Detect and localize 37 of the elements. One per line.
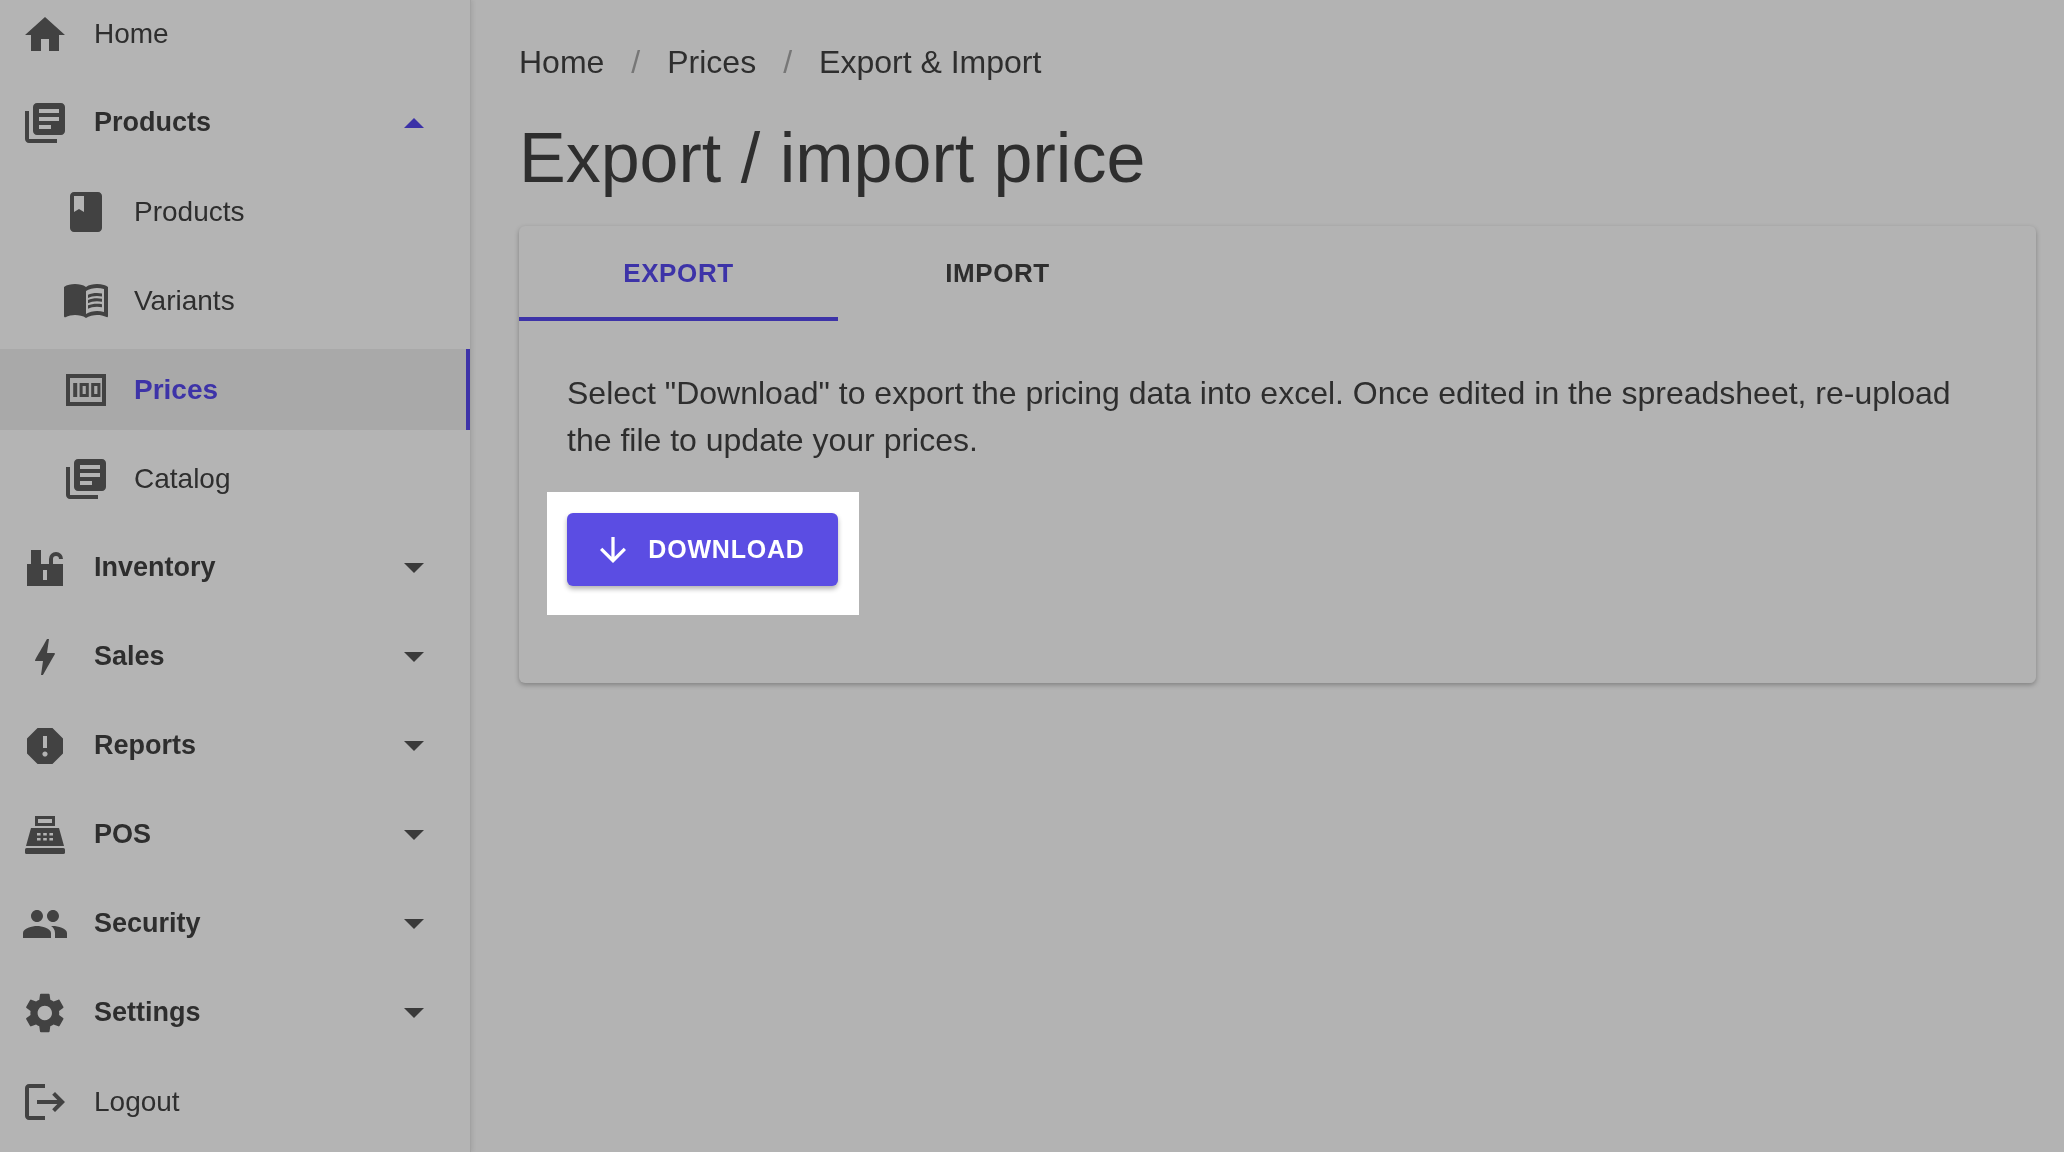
settings-icon	[26, 992, 64, 1033]
logout-icon	[25, 1083, 65, 1120]
breadcrumb-separator: /	[783, 43, 793, 81]
lightning-bolt-icon	[35, 638, 55, 675]
open-book-icon	[64, 283, 108, 318]
alert-octagon-icon	[27, 727, 63, 764]
people-icon	[23, 909, 67, 938]
sidebar-item[interactable]: Products	[0, 171, 470, 252]
sidebar-item[interactable]: Inventory	[0, 527, 470, 608]
tab[interactable]: IMPORT	[838, 226, 1157, 321]
sidebar-item[interactable]: Products	[0, 82, 470, 163]
stacked-pages-icon	[25, 102, 65, 143]
description-text: Select "Download" to export the pricing data into excel. Once edited in the spreadsheet, re-upload the file to update your prices.	[567, 374, 1952, 460]
sidebar-item[interactable]: Sales	[0, 616, 470, 697]
tab[interactable]: EXPORT	[519, 226, 838, 321]
breadcrumb-current: Export & Import	[819, 43, 1042, 81]
number-box-icon	[66, 373, 106, 406]
breadcrumb-link[interactable]: Home	[519, 43, 605, 81]
padlock-box-icon	[27, 549, 63, 586]
sidebar-item[interactable]: Settings	[0, 972, 470, 1053]
sidebar-item[interactable]: Security	[0, 883, 470, 964]
cash-register-icon	[25, 815, 65, 854]
page-title: Export / import price	[519, 118, 1146, 199]
stacked-pages-icon	[66, 458, 106, 499]
sidebar-item[interactable]: Prices	[0, 349, 470, 430]
sidebar-item[interactable]: Catalog	[0, 438, 470, 519]
sidebar-item[interactable]: Home	[0, 0, 470, 74]
sidebar-item[interactable]: Logout	[0, 1061, 470, 1142]
sidebar-item[interactable]: Variants	[0, 260, 470, 341]
arrow-down-icon	[600, 536, 627, 563]
breadcrumb-separator: /	[631, 43, 641, 81]
breadcrumb-link[interactable]: Prices	[667, 43, 757, 81]
sidebar-item[interactable]: POS	[0, 794, 470, 875]
sidebar-item[interactable]: Reports	[0, 705, 470, 786]
home-icon	[25, 16, 65, 51]
download-button[interactable]: DOWNLOAD	[567, 513, 838, 586]
book-icon	[70, 191, 102, 232]
